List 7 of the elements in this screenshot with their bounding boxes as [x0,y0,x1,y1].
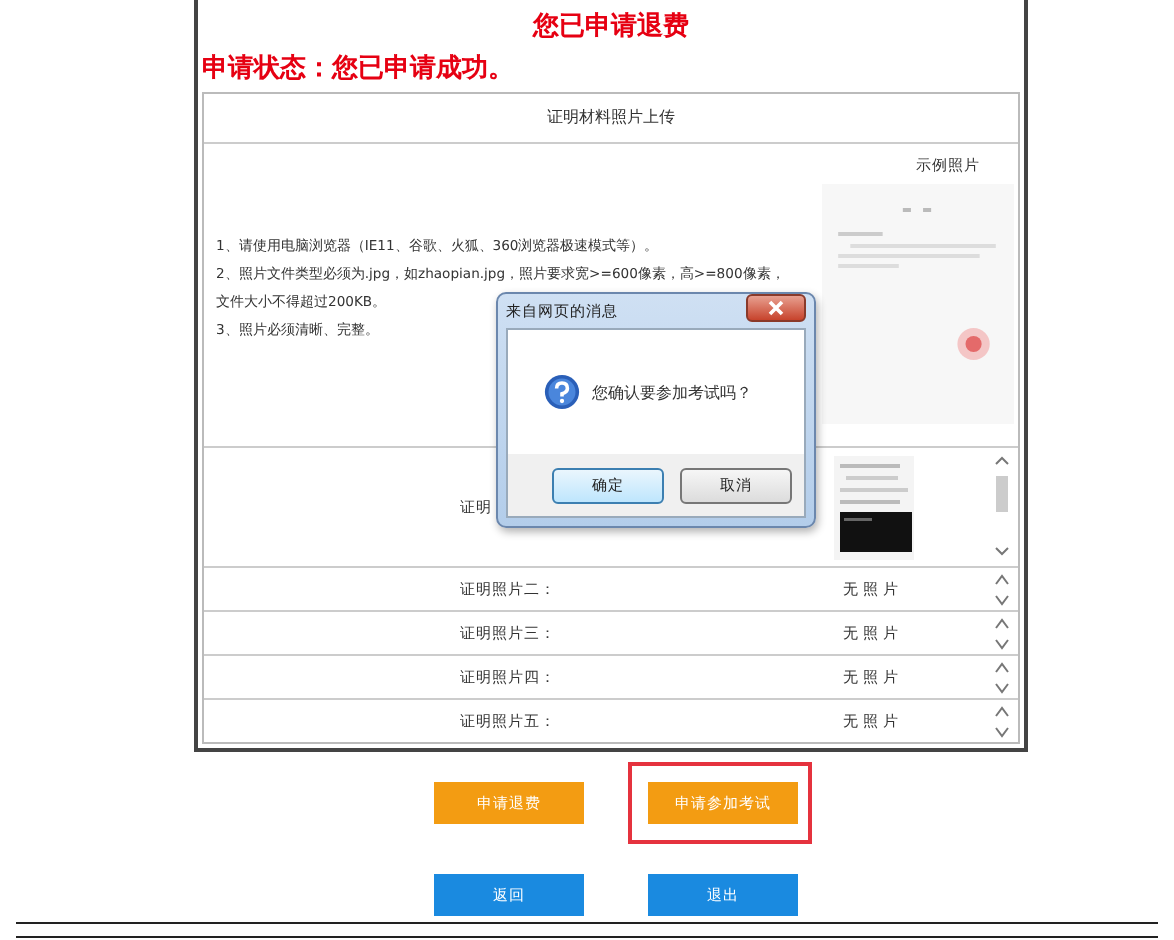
question-icon [544,374,580,410]
table-title: 证明材料照片上传 [204,94,1018,144]
close-icon [766,300,786,316]
dialog-message: 您确认要参加考试吗？ [592,381,752,403]
application-status: 申请状态：您已申请成功。 [200,52,516,88]
close-button[interactable] [746,294,806,322]
refund-notice: 您已申请退费 [530,9,691,46]
